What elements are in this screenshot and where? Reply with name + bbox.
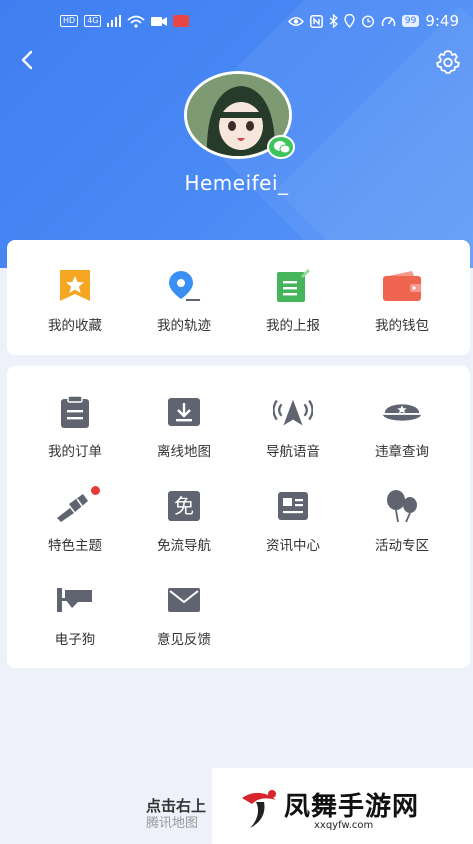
free-data-navigation-label: 免流导航 bbox=[157, 538, 211, 554]
watermark: 凤舞手游网 xxqyfw.com bbox=[212, 768, 473, 844]
status-right: 99 9:49 bbox=[287, 12, 459, 30]
themes-label: 特色主题 bbox=[48, 538, 102, 554]
microphone-recording-icon bbox=[173, 15, 190, 27]
track-label: 我的轨迹 bbox=[157, 318, 211, 334]
police-cap-icon bbox=[382, 392, 422, 432]
wallet-label: 我的钱包 bbox=[375, 318, 429, 334]
bottom-brand-text: 腾讯地图 bbox=[146, 816, 199, 831]
location-pin-icon bbox=[164, 266, 204, 306]
signal-icon bbox=[107, 15, 122, 27]
status-left: HD 4G bbox=[60, 15, 190, 28]
events-label: 活动专区 bbox=[375, 538, 429, 554]
report-edit-icon bbox=[273, 266, 313, 306]
download-map-icon bbox=[164, 392, 204, 432]
watermark-url: xxqyfw.com bbox=[314, 820, 374, 831]
wechat-badge-icon bbox=[267, 135, 295, 159]
orders-label: 我的订单 bbox=[48, 444, 102, 460]
status-bar: HD 4G 99 9:49 bbox=[0, 0, 473, 42]
alarm-icon bbox=[361, 15, 374, 28]
track-button[interactable]: 我的轨迹 bbox=[129, 266, 239, 334]
camera-icon bbox=[55, 580, 95, 620]
wallet-button[interactable]: 我的钱包 bbox=[347, 266, 457, 334]
wifi-icon bbox=[127, 15, 146, 28]
new-badge-dot bbox=[91, 486, 100, 495]
wallet-icon bbox=[382, 266, 422, 306]
violation-query-label: 违章查询 bbox=[375, 444, 429, 460]
network-badge: 4G bbox=[84, 15, 102, 27]
news-center-button[interactable]: 资讯中心 bbox=[238, 486, 348, 554]
bluetooth-icon bbox=[329, 14, 338, 28]
orders-button[interactable]: 我的订单 bbox=[20, 392, 130, 460]
voice-navigation-label: 导航语音 bbox=[266, 444, 320, 460]
gear-icon[interactable] bbox=[434, 48, 462, 76]
news-center-label: 资讯中心 bbox=[266, 538, 320, 554]
report-button[interactable]: 我的上报 bbox=[238, 266, 348, 334]
report-label: 我的上报 bbox=[266, 318, 320, 334]
feedback-button[interactable]: 意见反馈 bbox=[129, 580, 239, 648]
offline-map-button[interactable]: 离线地图 bbox=[129, 392, 239, 460]
paint-brush-icon bbox=[55, 486, 100, 526]
hd-badge: HD bbox=[60, 15, 79, 27]
feedback-label: 意见反馈 bbox=[157, 632, 211, 648]
free-data-icon: 免 bbox=[164, 486, 204, 526]
events-button[interactable]: 活动专区 bbox=[347, 486, 457, 554]
envelope-icon bbox=[164, 580, 204, 620]
offline-map-label: 离线地图 bbox=[157, 444, 211, 460]
quick-actions-card: 我的收藏 我的轨迹 我的上报 我的钱包 bbox=[7, 240, 470, 355]
favorites-button[interactable]: 我的收藏 bbox=[20, 266, 130, 334]
username[interactable]: Hemeifei_ bbox=[0, 171, 473, 195]
watermark-title: 凤舞手游网 bbox=[284, 792, 420, 822]
voice-navigation-button[interactable]: 导航语音 bbox=[238, 392, 348, 460]
nfc-icon bbox=[309, 14, 323, 28]
themes-button[interactable]: 特色主题 bbox=[20, 486, 130, 554]
battery-indicator: 99 bbox=[401, 15, 420, 27]
balloons-icon bbox=[382, 486, 422, 526]
eye-icon bbox=[287, 16, 304, 26]
video-icon bbox=[151, 16, 168, 26]
free-data-glyph: 免 bbox=[168, 491, 200, 521]
electronic-dog-button[interactable]: 电子狗 bbox=[20, 580, 130, 648]
services-card: 我的订单 离线地图 导航语音 违章查询 特色主题 免 免流导航 资讯中心 活动专… bbox=[7, 366, 470, 668]
avatar-container[interactable] bbox=[184, 71, 295, 159]
news-icon bbox=[273, 486, 313, 526]
phoenix-logo-icon bbox=[242, 790, 276, 828]
speed-icon bbox=[381, 16, 396, 26]
back-arrow-icon[interactable] bbox=[16, 48, 40, 72]
clock: 9:49 bbox=[425, 12, 459, 30]
location-status-icon bbox=[344, 14, 355, 28]
violation-query-button[interactable]: 违章查询 bbox=[347, 392, 457, 460]
electronic-dog-label: 电子狗 bbox=[54, 632, 96, 648]
free-data-navigation-button[interactable]: 免 免流导航 bbox=[129, 486, 239, 554]
clipboard-icon bbox=[55, 392, 95, 432]
profile-header: HD 4G 99 9:49 Hemeifei_ bbox=[0, 0, 473, 268]
favorites-label: 我的收藏 bbox=[48, 318, 102, 334]
star-bookmark-icon bbox=[55, 266, 95, 306]
voice-navigation-icon bbox=[273, 392, 313, 432]
